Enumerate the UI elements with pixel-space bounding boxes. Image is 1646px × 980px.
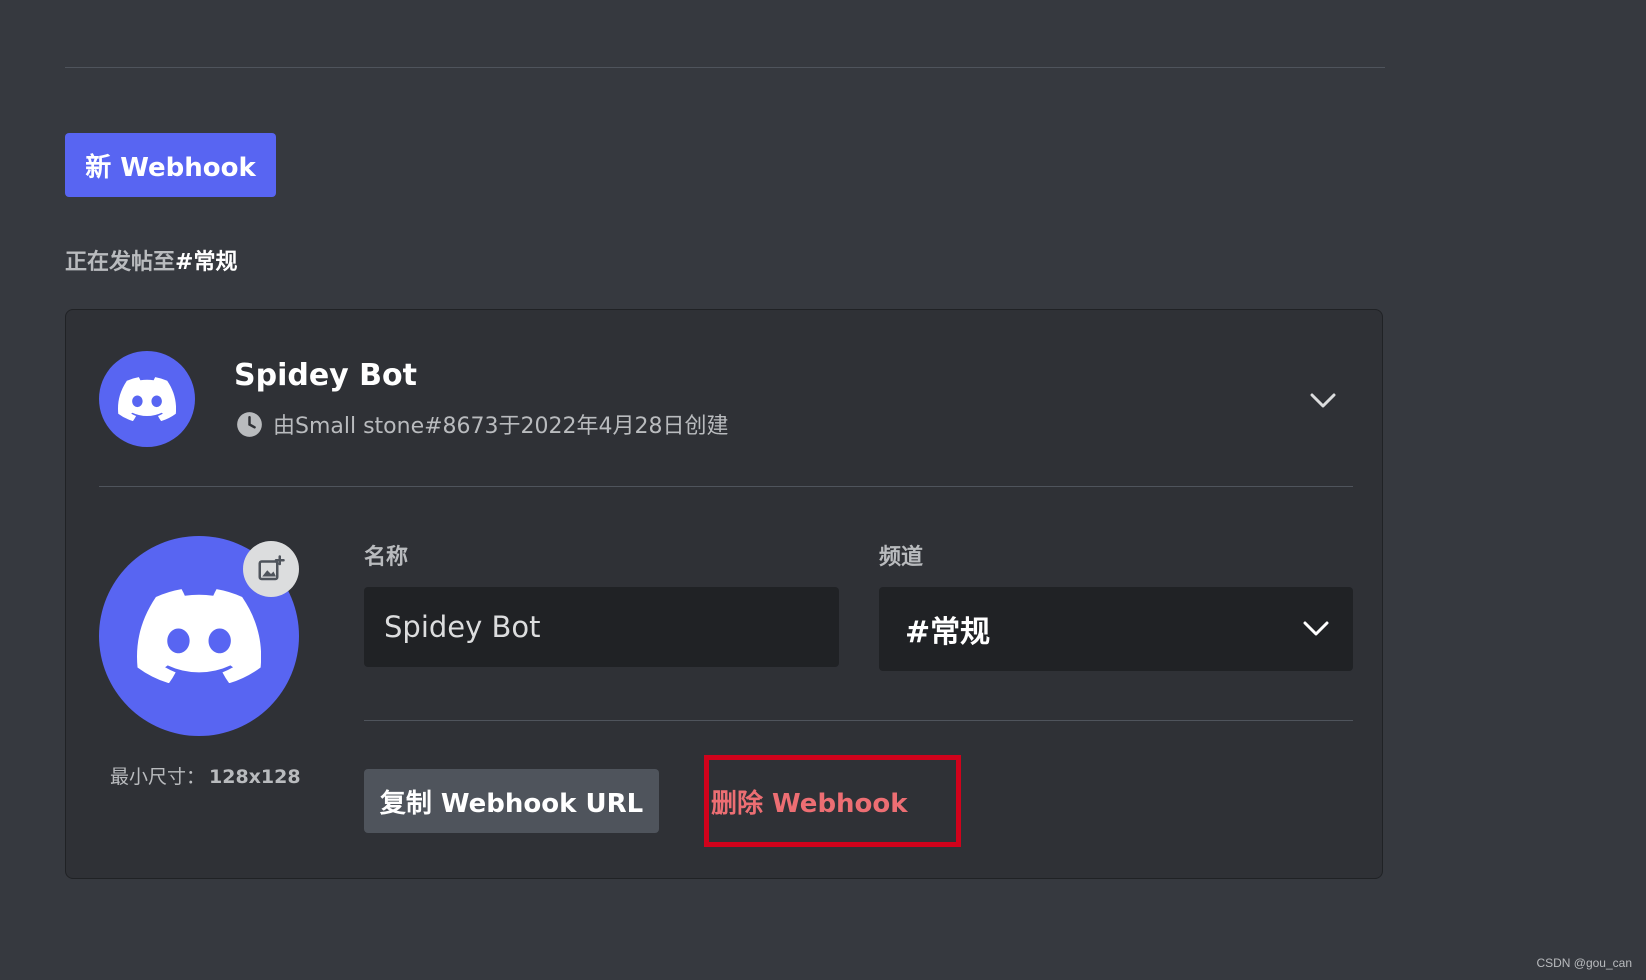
channel-select-value: #常规: [905, 615, 991, 650]
clock-icon: [236, 411, 263, 438]
discord-logo-icon: [137, 589, 261, 683]
upload-image-icon[interactable]: [243, 541, 299, 597]
copy-webhook-url-button[interactable]: 复制 Webhook URL: [364, 769, 659, 833]
chevron-down-icon: [1303, 621, 1329, 636]
discord-logo-icon: [118, 377, 176, 421]
posting-to-text: 正在发帖至#常规: [65, 244, 237, 276]
card-divider: [99, 486, 1353, 487]
watermark: CSDN @gou_can: [1536, 956, 1632, 970]
min-size-value: 128x128: [209, 766, 301, 788]
webhook-card: Spidey Bot 由Small stone#8673于2022年4月28日创…: [65, 309, 1383, 879]
posting-to-channel: #常规: [175, 250, 238, 275]
channel-select[interactable]: #常规: [879, 587, 1353, 671]
min-size-label: 最小尺寸：: [110, 766, 206, 788]
delete-webhook-button[interactable]: 删除 Webhook: [711, 769, 908, 833]
form-divider: [364, 720, 1353, 721]
channel-label: 频道: [879, 545, 924, 570]
name-label: 名称: [364, 545, 409, 570]
webhook-header-avatar: [99, 351, 195, 447]
webhook-title: Spidey Bot: [234, 358, 418, 393]
top-divider: [65, 67, 1385, 68]
name-input[interactable]: [364, 587, 839, 667]
created-info-row: 由Small stone#8673于2022年4月28日创建: [236, 408, 729, 440]
posting-to-prefix: 正在发帖至: [65, 250, 176, 275]
webhooks-settings-page: 新 Webhook 正在发帖至#常规 Spidey Bot 由Small sto…: [0, 0, 1646, 980]
created-info-text: 由Small stone#8673于2022年4月28日创建: [273, 414, 729, 439]
collapse-chevron-icon[interactable]: [1307, 385, 1339, 417]
min-size-hint: 最小尺寸： 128x128: [110, 762, 301, 789]
new-webhook-button[interactable]: 新 Webhook: [65, 133, 276, 197]
